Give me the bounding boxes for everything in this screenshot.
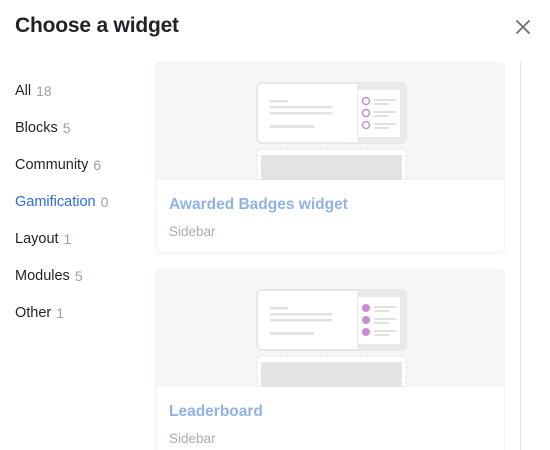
category-label: Community bbox=[15, 156, 89, 173]
widget-placement: Sidebar bbox=[169, 431, 216, 446]
sidebar-list-thumbnail-icon bbox=[256, 82, 407, 181]
dialog-title: Choose a widget bbox=[15, 14, 179, 37]
widget-card-leaderboard[interactable]: Leaderboard Sidebar bbox=[155, 269, 505, 450]
category-all[interactable]: All 18 bbox=[15, 72, 145, 109]
category-modules[interactable]: Modules 5 bbox=[15, 257, 145, 294]
category-count: 1 bbox=[63, 230, 72, 247]
widget-grid: Awarded Badges widget Sidebar Leaderboar… bbox=[155, 62, 505, 450]
category-blocks[interactable]: Blocks 5 bbox=[15, 109, 145, 146]
category-count: 1 bbox=[56, 304, 65, 321]
category-count: 5 bbox=[74, 267, 83, 284]
widget-name: Awarded Badges widget bbox=[169, 196, 348, 213]
category-community[interactable]: Community 6 bbox=[15, 146, 145, 183]
widget-preview bbox=[156, 270, 504, 388]
category-label: Layout bbox=[15, 230, 59, 247]
close-icon bbox=[516, 20, 530, 34]
category-label: All bbox=[15, 82, 32, 99]
close-button[interactable] bbox=[511, 15, 535, 39]
category-label: Other bbox=[15, 304, 52, 321]
sidebar-list-thumbnail-icon bbox=[256, 289, 407, 388]
category-count: 0 bbox=[100, 193, 109, 210]
widget-placement: Sidebar bbox=[169, 224, 216, 239]
category-gamification[interactable]: Gamification 0 bbox=[15, 183, 145, 220]
category-count: 5 bbox=[62, 119, 71, 136]
widget-name: Leaderboard bbox=[169, 403, 263, 420]
category-count: 6 bbox=[93, 156, 102, 173]
scrollbar-thumb[interactable] bbox=[525, 62, 533, 450]
widget-list-scrollbar[interactable] bbox=[520, 62, 536, 450]
widget-card-awarded-badges[interactable]: Awarded Badges widget Sidebar bbox=[155, 62, 505, 253]
category-label: Blocks bbox=[15, 119, 58, 136]
category-count: 18 bbox=[36, 82, 52, 99]
category-label: Modules bbox=[15, 267, 70, 284]
category-other[interactable]: Other 1 bbox=[15, 294, 145, 331]
category-list: All 18 Blocks 5 Community 6 Gamification… bbox=[15, 72, 145, 331]
category-label: Gamification bbox=[15, 193, 96, 210]
category-layout[interactable]: Layout 1 bbox=[15, 220, 145, 257]
widget-preview bbox=[156, 63, 504, 181]
